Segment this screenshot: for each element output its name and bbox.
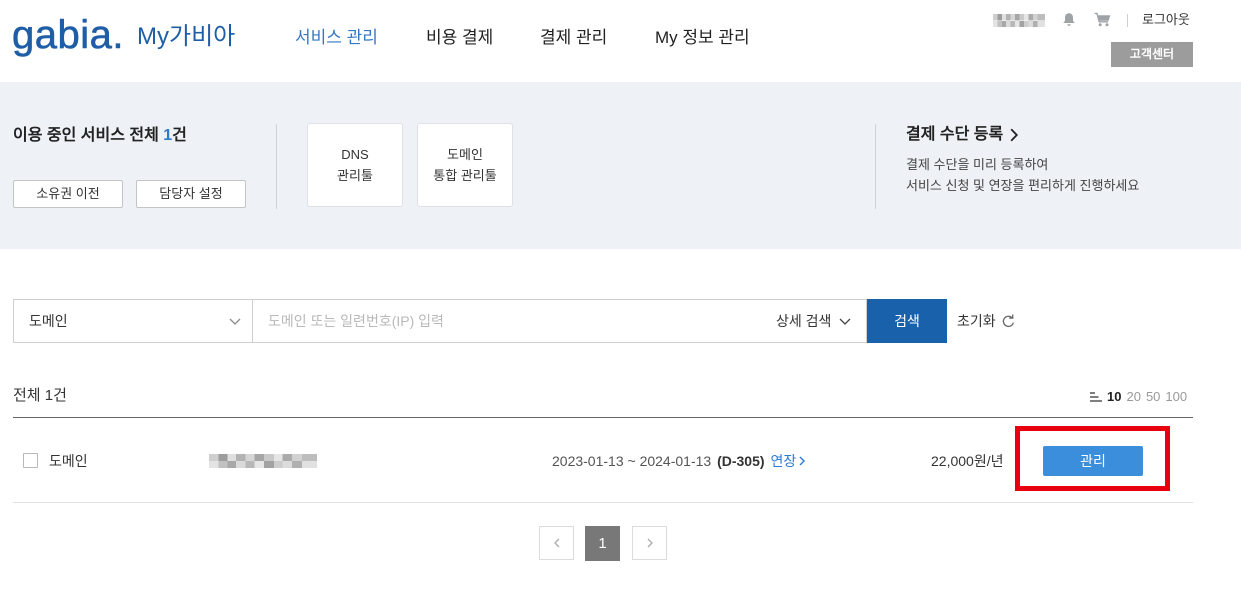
tool-card-line1: 도메인 — [447, 147, 483, 162]
banner-divider-right — [875, 124, 876, 209]
search-input[interactable] — [253, 300, 753, 342]
gabia-logo[interactable]: gabia. — [12, 12, 124, 58]
prev-page-button[interactable] — [539, 526, 574, 560]
username-redacted[interactable] — [993, 14, 1045, 27]
service-period: 2023-01-13 ~ 2024-01-13 (D-305) 연장 — [552, 451, 806, 471]
search-field: 상세 검색 — [253, 299, 867, 343]
chevron-right-icon — [799, 456, 806, 466]
chevron-right-icon — [647, 538, 653, 548]
advanced-search-toggle[interactable]: 상세 검색 — [776, 300, 851, 342]
service-type: 도메인 — [49, 453, 88, 469]
next-page-button[interactable] — [632, 526, 667, 560]
service-summary-banner: 이용 중인 서비스 전체 1건 소유권 이전 담당자 설정 DNS 관리툴 도메… — [0, 82, 1241, 249]
reset-button[interactable]: 초기화 — [957, 312, 1016, 330]
payment-method-description: 결제 수단을 미리 등록하여 서비스 신청 및 연장을 편리하게 진행하세요 — [906, 154, 1139, 196]
table-row: 도메인 2023-01-13 ~ 2024-01-13 (D-305) 연장 2… — [13, 418, 1193, 503]
refresh-icon — [1002, 314, 1014, 327]
nav-service-management[interactable]: 서비스 관리 — [295, 27, 378, 49]
dns-management-tool-card[interactable]: DNS 관리툴 — [307, 123, 403, 207]
payment-desc-line2: 서비스 신청 및 연장을 편리하게 진행하세요 — [906, 178, 1140, 193]
total-count-label: 전체 1건 — [13, 387, 67, 404]
days-remaining: (D-305) — [717, 453, 765, 469]
tool-card-line1: DNS — [341, 147, 369, 162]
service-count-number: 1 — [163, 127, 173, 144]
price: 22,000원/년 — [931, 453, 1004, 469]
ownership-transfer-button[interactable]: 소유권 이전 — [13, 180, 123, 208]
page-size-20[interactable]: 20 — [1126, 388, 1140, 406]
payment-method-register-link[interactable]: 결제 수단 등록 — [906, 125, 1019, 145]
renew-label: 연장 — [770, 453, 797, 469]
page-size-100[interactable]: 100 — [1165, 388, 1187, 406]
tool-card-line2: 통합 관리툴 — [433, 168, 497, 183]
chevron-down-icon — [839, 318, 851, 325]
chevron-left-icon — [553, 538, 559, 548]
nav-cost-payment[interactable]: 비용 결제 — [426, 27, 493, 49]
tool-card-line2: 관리툴 — [337, 168, 373, 183]
search-category-select[interactable]: 도메인 — [13, 299, 253, 343]
top-header: gabia. My가비아 서비스 관리 비용 결제 결제 관리 My 정보 관리… — [0, 0, 1241, 82]
period-dates: 2023-01-13 ~ 2024-01-13 — [552, 453, 712, 469]
notifications-button[interactable] — [1062, 12, 1076, 30]
page: gabia. My가비아 서비스 관리 비용 결제 결제 관리 My 정보 관리… — [0, 0, 1241, 604]
bell-icon — [1063, 13, 1075, 26]
nav-payment-management[interactable]: 결제 관리 — [540, 27, 607, 49]
my-gabia-link[interactable]: My가비아 — [137, 22, 235, 52]
contact-settings-button[interactable]: 담당자 설정 — [136, 180, 246, 208]
pagination: 1 — [0, 526, 1241, 562]
service-count-prefix: 이용 중인 서비스 전체 — [13, 127, 164, 144]
banner-divider-left — [276, 124, 277, 209]
chevron-right-icon — [1010, 128, 1019, 142]
row-checkbox[interactable] — [23, 453, 38, 468]
logout-link[interactable]: 로그아웃 — [1142, 11, 1190, 29]
chevron-down-icon — [229, 318, 241, 325]
cart-icon — [1094, 12, 1111, 27]
page-size-selector: 10 20 50 100 — [1090, 388, 1187, 406]
payment-method-title: 결제 수단 등록 — [906, 126, 1004, 143]
page-size-50[interactable]: 50 — [1146, 388, 1160, 406]
search-category-value: 도메인 — [29, 313, 68, 329]
renew-link[interactable]: 연장 — [770, 453, 806, 469]
manage-button[interactable]: 관리 — [1043, 446, 1143, 476]
reset-label: 초기화 — [957, 313, 996, 329]
advanced-search-label: 상세 검색 — [776, 313, 832, 329]
list-size-icon — [1090, 392, 1102, 402]
search-button[interactable]: 검색 — [867, 299, 947, 343]
header-divider — [1127, 14, 1128, 27]
page-1-button[interactable]: 1 — [585, 526, 620, 561]
cart-button[interactable] — [1094, 12, 1111, 30]
domain-integrated-tool-card[interactable]: 도메인 통합 관리툴 — [417, 123, 513, 207]
page-size-10[interactable]: 10 — [1107, 388, 1121, 406]
service-count-suffix: 건 — [172, 127, 187, 144]
domain-name-redacted[interactable] — [209, 454, 317, 468]
service-count-title: 이용 중인 서비스 전체 1건 — [13, 126, 187, 146]
nav-my-info-management[interactable]: My 정보 관리 — [655, 27, 750, 49]
customer-center-button[interactable]: 고객센터 — [1111, 42, 1193, 67]
payment-desc-line1: 결제 수단을 미리 등록하여 — [906, 157, 1049, 172]
